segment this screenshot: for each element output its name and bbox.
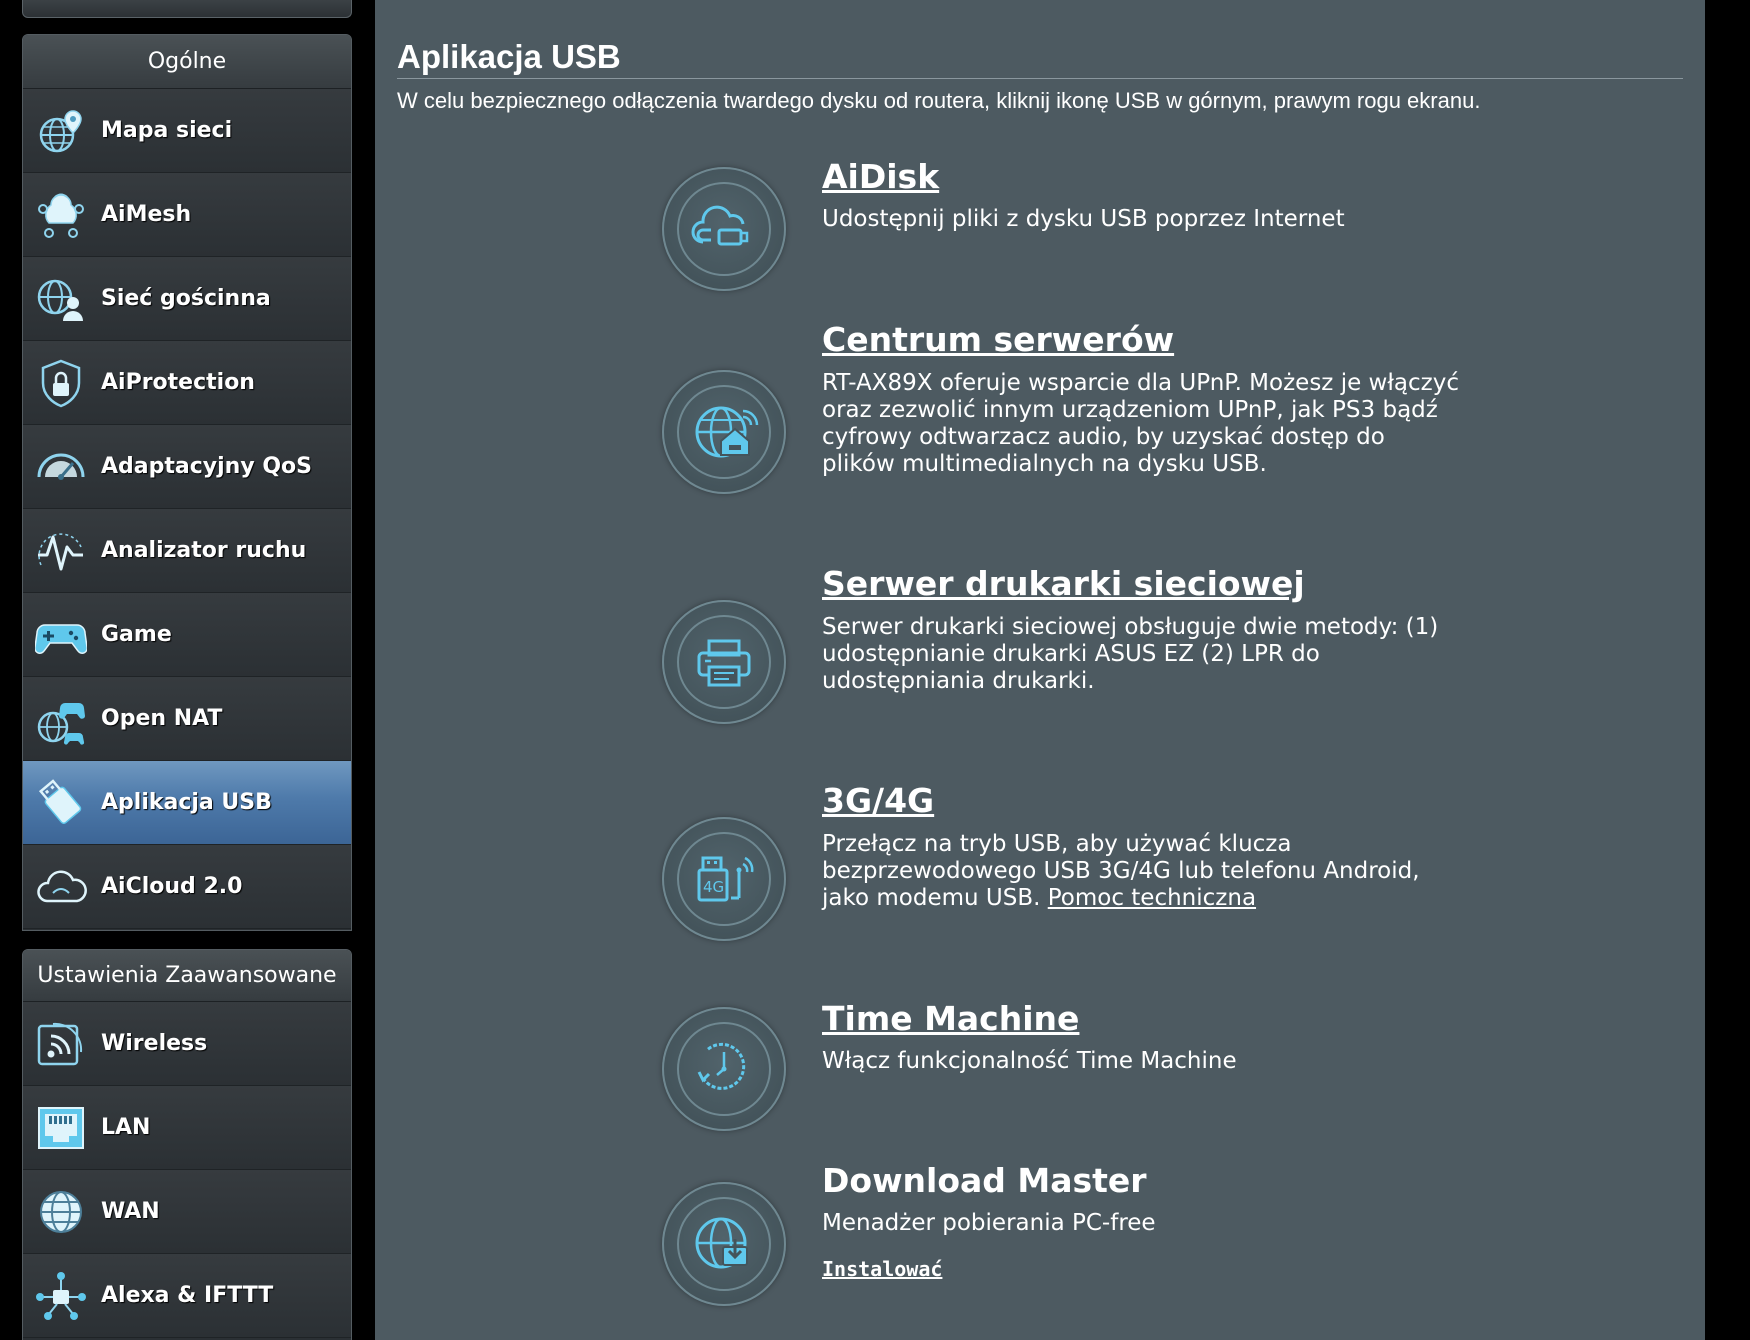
sidebar-item-network-map[interactable]: Mapa sieci <box>23 89 351 173</box>
sidebar-item-label: Alexa & IFTTT <box>101 1283 274 1308</box>
sidebar-item-label: Adaptacyjny QoS <box>101 454 312 479</box>
qos-gauge-icon <box>33 439 89 495</box>
sidebar-item-traffic-analyzer[interactable]: Analizator ruchu <box>23 509 351 593</box>
sidebar-item-lan[interactable]: LAN <box>23 1086 351 1170</box>
sidebar-item-label: Analizator ruchu <box>101 538 307 563</box>
page-title: Aplikacja USB <box>397 38 621 75</box>
sidebar-item-game[interactable]: Game <box>23 593 351 677</box>
sidebar-item-wireless[interactable]: Wireless <box>23 1002 351 1086</box>
main-content: Aplikacja USB W celu bezpiecznego odłącz… <box>375 0 1705 1340</box>
sidebar-item-usb-application[interactable]: Aplikacja USB <box>23 761 351 845</box>
aidisk-link[interactable]: AiDisk <box>822 157 939 196</box>
advanced-menu-header: Ustawienia Zaawansowane <box>23 950 351 1002</box>
title-divider <box>397 78 1683 79</box>
sidebar-item-guest-network[interactable]: Sieć gościnna <box>23 257 351 341</box>
server-center-link[interactable]: Centrum serwerów <box>822 320 1174 359</box>
sidebar-item-aiprotection[interactable]: AiProtection <box>23 341 351 425</box>
install-link[interactable]: Instalować <box>822 1257 942 1281</box>
window-right-edge <box>1705 0 1750 1340</box>
aicloud-icon <box>33 859 89 915</box>
printer-server-description: Serwer drukarki sieciowej obsługuje dwie… <box>822 614 1439 694</box>
sidebar-item-label: AiMesh <box>101 202 192 227</box>
gamepad-icon <box>33 607 89 663</box>
advanced-menu: Ustawienia Zaawansowane Wireless LAN WAN <box>22 949 352 1340</box>
sidebar-item-wan[interactable]: WAN <box>23 1170 351 1254</box>
sidebar-item-label: Aplikacja USB <box>101 790 272 815</box>
sidebar-item-label: Open NAT <box>101 706 223 731</box>
support-link[interactable]: Pomoc techniczna <box>1048 885 1256 911</box>
page-description: W celu bezpiecznego odłączenia twardego … <box>397 88 1481 113</box>
aimesh-icon <box>33 187 89 243</box>
3g-4g-description: Przełącz na tryb USB, aby używać klucza … <box>822 831 1462 912</box>
sidebar-item-aicloud[interactable]: AiCloud 2.0 <box>23 845 351 929</box>
aidisk-cloud-icon[interactable] <box>662 167 786 291</box>
download-master-icon <box>662 1182 786 1306</box>
server-center-description: RT-AX89X oferuje wsparcie dla UPnP. Może… <box>822 370 1459 477</box>
printer-server-link[interactable]: Serwer drukarki sieciowej <box>822 564 1305 603</box>
time-machine-link[interactable]: Time Machine <box>822 999 1079 1038</box>
usb-app-icon <box>33 775 89 831</box>
sidebar-item-label: AiCloud 2.0 <box>101 874 243 899</box>
sidebar-item-label: AiProtection <box>101 370 255 395</box>
modem-4g-icon[interactable]: 4G <box>662 817 786 941</box>
lan-icon <box>33 1100 89 1156</box>
traffic-analyzer-icon <box>33 523 89 579</box>
general-menu-header: Ogólne <box>23 35 351 89</box>
open-nat-icon <box>33 691 89 747</box>
aiprotection-icon <box>33 355 89 411</box>
printer-icon[interactable] <box>662 600 786 724</box>
wireless-icon <box>33 1016 89 1072</box>
router-admin-window: Ogólne Mapa sieci AiMesh Sieć gościnna A… <box>0 0 1750 1340</box>
server-center-icon[interactable] <box>662 370 786 494</box>
sidebar-item-label: Game <box>101 622 172 647</box>
alexa-ifttt-icon <box>33 1268 89 1324</box>
sidebar-item-label: LAN <box>101 1115 151 1140</box>
sidebar-top-stub <box>22 0 352 18</box>
time-machine-description: Włącz funkcjonalność Time Machine <box>822 1048 1237 1074</box>
sidebar-item-label: Mapa sieci <box>101 118 233 143</box>
sidebar-item-label: WAN <box>101 1199 160 1224</box>
sidebar-item-label: Sieć gościnna <box>101 286 271 311</box>
sidebar-item-label: Wireless <box>101 1031 208 1056</box>
time-machine-clock-icon[interactable] <box>662 1007 786 1131</box>
download-master-description: Menadżer pobierania PC-free <box>822 1210 1156 1236</box>
sidebar-item-alexa-ifttt[interactable]: Alexa & IFTTT <box>23 1254 351 1338</box>
sidebar-item-open-nat[interactable]: Open NAT <box>23 677 351 761</box>
aidisk-description: Udostępnij pliki z dysku USB poprzez Int… <box>822 206 1345 232</box>
guest-network-icon <box>33 271 89 327</box>
general-menu: Ogólne Mapa sieci AiMesh Sieć gościnna A… <box>22 34 352 931</box>
download-master-title: Download Master <box>822 1161 1147 1200</box>
svg-text:4G: 4G <box>703 878 724 896</box>
network-map-icon <box>33 103 89 159</box>
sidebar-item-aimesh[interactable]: AiMesh <box>23 173 351 257</box>
sidebar: Ogólne Mapa sieci AiMesh Sieć gościnna A… <box>0 0 375 1340</box>
wan-globe-icon <box>33 1184 89 1240</box>
sidebar-item-adaptive-qos[interactable]: Adaptacyjny QoS <box>23 425 351 509</box>
3g-4g-link[interactable]: 3G/4G <box>822 781 934 820</box>
